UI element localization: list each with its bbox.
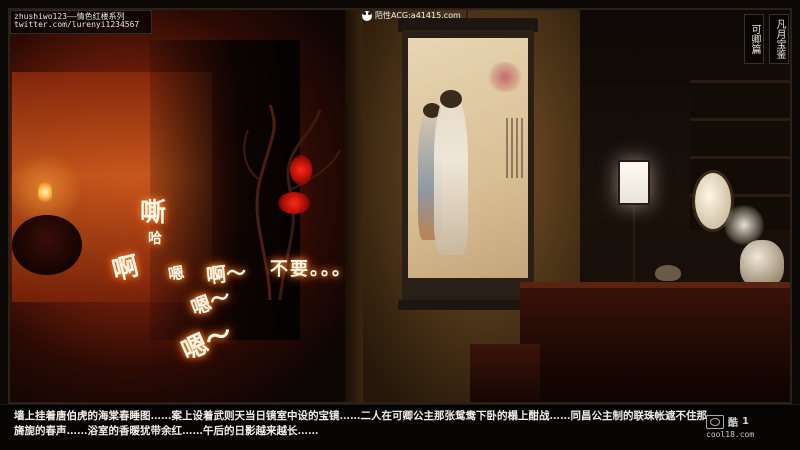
logo-number: 1 — [742, 416, 749, 427]
panda-icon — [362, 10, 372, 21]
red-lantern — [290, 155, 312, 185]
scroll-rod-bottom — [398, 300, 538, 310]
logo-camera-icon — [706, 414, 724, 429]
vase — [740, 240, 784, 288]
lamp-flame-icon — [38, 180, 52, 204]
dialogue-text: 墙上挂着唐伯虎的海棠春睡图……案上设着武则天当日镜室中设的宝镜……二人在可卿公主… — [14, 410, 707, 437]
logo-glyph: 酷 — [728, 418, 738, 429]
couch-bed-edge — [520, 282, 792, 288]
couch-bed — [520, 282, 792, 404]
chapter-button-fanyue[interactable]: 凡月宝鉴 — [769, 14, 789, 64]
white-flowers — [724, 205, 764, 245]
logo-site-text: cool18.com — [706, 430, 755, 439]
sfx-text: 哈 — [148, 231, 162, 247]
sfx-text: 嗯 — [166, 262, 186, 285]
lantern-stand — [633, 205, 635, 285]
red-lantern — [278, 192, 310, 214]
wooden-step — [470, 344, 540, 404]
paper-lantern-icon — [618, 160, 650, 205]
blossom-branch — [485, 62, 525, 92]
watermark-url: twitter.com/lurenyi1234567 — [14, 20, 140, 29]
painting-inscription — [506, 118, 526, 178]
wall-pillar — [345, 10, 363, 404]
bowl — [655, 265, 681, 281]
game-scene: zhushiwo123——情色红楼系列 twitter.com/lurenyi1… — [0, 0, 800, 450]
painted-figure — [434, 95, 468, 255]
lotus-ornament — [12, 215, 82, 275]
site-logo: 酷 1 cool18.com — [706, 414, 786, 444]
sfx-text: 不要。。。 — [270, 259, 352, 280]
site-watermark-text: 陌性ACG:a41415.com — [375, 11, 461, 20]
chapter-button-keqing[interactable]: 可卿篇 — [744, 14, 764, 64]
site-watermark: 陌性ACG:a41415.com — [362, 10, 461, 21]
sfx-text: 嘶 — [140, 198, 167, 228]
painted-figure-hair — [440, 90, 462, 108]
